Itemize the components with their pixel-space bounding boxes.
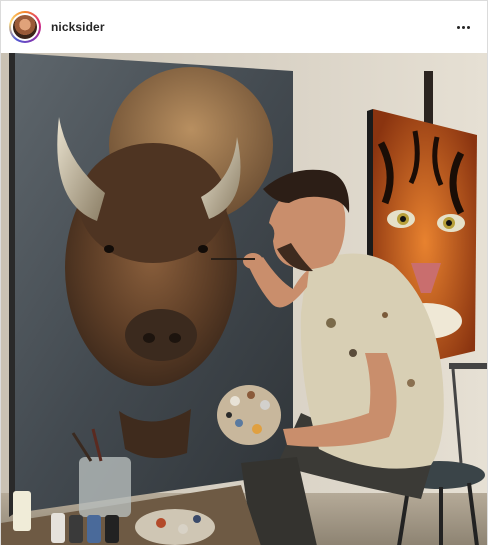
painter-hand [243, 253, 263, 269]
avatar-image [13, 15, 37, 39]
paint-splatter [382, 312, 388, 318]
more-dot [456, 25, 460, 29]
tiger-pupil [400, 216, 406, 222]
post-header: nicksider [1, 1, 487, 53]
mixing-palette [135, 509, 215, 545]
palette-paint [226, 412, 232, 418]
paint-tube [51, 513, 65, 543]
post-photo[interactable] [1, 53, 487, 545]
username-link[interactable]: nicksider [51, 20, 105, 34]
bison-eye [104, 245, 114, 253]
mixing-paint [193, 515, 201, 523]
side-shelf [449, 363, 487, 369]
paint-splatter [326, 318, 336, 328]
bison-nostril [143, 333, 155, 343]
paint-tube [69, 515, 83, 543]
brush-jar [79, 457, 131, 517]
palette-paint [260, 400, 270, 410]
paint-tube [105, 515, 119, 543]
more-dot [466, 25, 470, 29]
palette-paint [252, 424, 262, 434]
canvas-edge [9, 53, 15, 517]
paint-bottle [13, 491, 31, 531]
paint-splatter [349, 349, 357, 357]
avatar[interactable] [9, 11, 41, 43]
palette-paint [247, 391, 255, 399]
photo-illustration [1, 53, 487, 545]
bison-nostril [169, 333, 181, 343]
paint-tube [87, 515, 101, 543]
more-options-icon[interactable] [453, 18, 473, 36]
bison-eye [198, 245, 208, 253]
palette-paint [230, 396, 240, 406]
palette-paint [235, 419, 243, 427]
mixing-paint [178, 524, 188, 534]
bison-muzzle [125, 309, 197, 361]
paint-splatter [407, 379, 415, 387]
mixing-paint [156, 518, 166, 528]
more-dot [461, 25, 465, 29]
tiger-pupil [446, 220, 452, 226]
instagram-post: nicksider [0, 0, 488, 545]
avatar-border [11, 13, 39, 41]
